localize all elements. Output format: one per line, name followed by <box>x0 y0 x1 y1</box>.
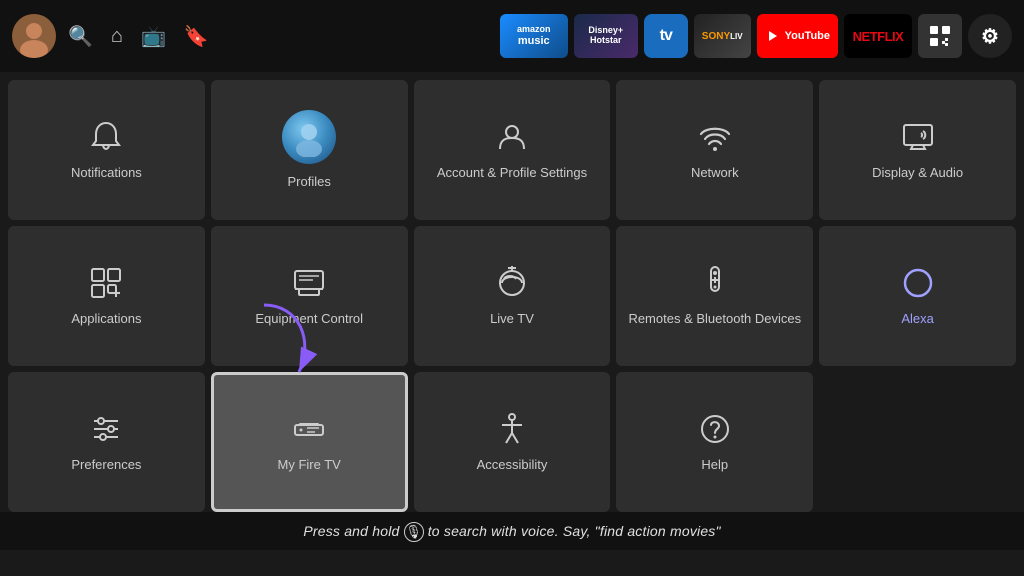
my-fire-tv-label: My Fire TV <box>270 457 349 474</box>
profiles-label: Profiles <box>280 174 339 191</box>
network-label: Network <box>683 165 747 182</box>
sony-app[interactable]: SONY LIV <box>694 14 751 58</box>
account-profile-label: Account & Profile Settings <box>429 165 595 182</box>
all-apps-button[interactable] <box>918 14 962 58</box>
empty-slot <box>819 372 1016 512</box>
settings-content: Notifications Profiles Account & Profile… <box>0 72 1024 512</box>
amazon-music-app[interactable]: amazonmusic <box>500 14 568 58</box>
network-item[interactable]: Network <box>616 80 813 220</box>
display-audio-item[interactable]: Display & Audio <box>819 80 1016 220</box>
my-fire-tv-item[interactable]: My Fire TV <box>211 372 408 512</box>
profiles-avatar <box>282 110 336 164</box>
live-tv-label: Live TV <box>482 311 542 328</box>
applications-item[interactable]: Applications <box>8 226 205 366</box>
preferences-label: Preferences <box>63 457 149 474</box>
user-avatar[interactable] <box>12 14 56 58</box>
help-label: Help <box>693 457 736 474</box>
app-shortcuts: amazonmusic Disney+Hotstar tv SONY LIV Y… <box>500 14 1012 58</box>
netflix-app[interactable]: NETFLIX <box>844 14 912 58</box>
top-navigation: 🔍 ⌂ 📺 🔖 amazonmusic Disney+Hotstar tv SO… <box>0 0 1024 72</box>
profiles-item[interactable]: Profiles <box>211 80 408 220</box>
live-tv-item[interactable]: Live TV <box>414 226 611 366</box>
settings-button[interactable]: ⚙ <box>968 14 1012 58</box>
nav-icons-group: 🔍 ⌂ 📺 🔖 <box>68 24 209 49</box>
bottom-hint-bar: Press and hold 🎙 to search with voice. S… <box>0 512 1024 550</box>
preferences-item[interactable]: Preferences <box>8 372 205 512</box>
home-icon[interactable]: ⌂ <box>111 25 123 48</box>
bookmark-icon[interactable]: 🔖 <box>184 24 209 49</box>
tv-icon[interactable]: 📺 <box>141 24 166 49</box>
display-audio-label: Display & Audio <box>864 165 971 182</box>
tv-app[interactable]: tv <box>644 14 688 58</box>
remotes-bluetooth-item[interactable]: Remotes & Bluetooth Devices <box>616 226 813 366</box>
equipment-control-label: Equipment Control <box>247 311 371 328</box>
accessibility-label: Accessibility <box>469 457 556 474</box>
youtube-app[interactable]: YouTube <box>757 14 838 58</box>
applications-label: Applications <box>63 311 149 328</box>
alexa-item[interactable]: Alexa <box>819 226 1016 366</box>
notifications-label: Notifications <box>63 165 150 182</box>
equipment-control-item[interactable]: Equipment Control <box>211 226 408 366</box>
search-icon[interactable]: 🔍 <box>68 24 93 49</box>
account-profile-item[interactable]: Account & Profile Settings <box>414 80 611 220</box>
hint-text: Press and hold 🎙 to search with voice. S… <box>303 523 720 539</box>
remotes-bluetooth-label: Remotes & Bluetooth Devices <box>620 311 809 328</box>
notifications-item[interactable]: Notifications <box>8 80 205 220</box>
accessibility-item[interactable]: Accessibility <box>414 372 611 512</box>
alexa-label: Alexa <box>893 311 942 328</box>
disney-hotstar-app[interactable]: Disney+Hotstar <box>574 14 638 58</box>
help-item[interactable]: Help <box>616 372 813 512</box>
settings-grid: Notifications Profiles Account & Profile… <box>8 80 1016 512</box>
